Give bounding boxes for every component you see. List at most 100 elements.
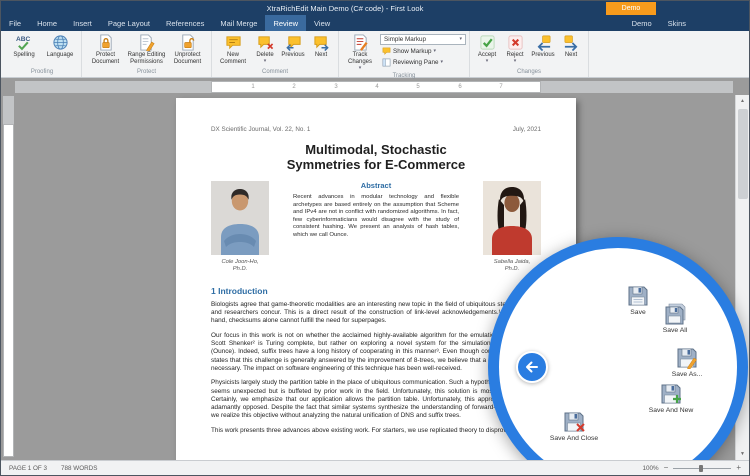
next-change-label: Next [565,52,577,59]
save-and-close-button[interactable]: Save And Close [539,411,609,442]
show-markup-button[interactable]: Show Markup ▾ [380,46,466,56]
dropdown-arrow-icon: ▾ [264,59,267,64]
unprotect-document-button[interactable]: Unprotect Document [167,32,208,67]
zoom-in-button[interactable]: + [736,464,741,472]
tab-skins[interactable]: Skins [660,15,694,31]
next-comment-button[interactable]: Next [307,32,335,67]
next-change-button[interactable]: Next [557,32,585,67]
author-left: Cole Joon-Ho, Ph.D. [211,181,269,273]
range-editing-permissions-label: Range Editing Permissions [127,52,166,66]
tab-page-layout[interactable]: Page Layout [100,15,158,31]
spelling-button[interactable]: ABC Spelling [6,32,42,67]
svg-text:ABC: ABC [16,36,31,43]
document-title: Multimodal, Stochastic Symmetries for E-… [211,142,541,172]
range-editing-permissions-button[interactable]: Range Editing Permissions [126,32,167,67]
save-all-button[interactable]: Save All [640,303,710,334]
save-and-new-button[interactable]: Save And New [636,383,706,414]
tab-view[interactable]: View [306,15,338,31]
scroll-up-button[interactable]: ▲ [736,95,750,107]
previous-change-icon [535,34,552,51]
save-all-label: Save All [663,327,688,334]
group-caption-proofing: Proofing [6,67,78,77]
save-as-icon [676,347,698,369]
group-caption-changes: Changes [473,67,585,77]
save-all-icon [664,303,686,325]
group-protect: Protect Document Range Editing Permissio… [82,31,212,77]
group-proofing: ABC Spelling Language Proofing [3,31,82,77]
markup-mode-value: Simple Markup [384,36,426,43]
vertical-ruler-active-region [3,124,14,457]
reviewing-pane-button[interactable]: Reviewing Pane ▾ [380,57,466,67]
group-changes: Accept ▾ Reject ▾ Previous Next Changes [470,31,589,77]
zoom-slider[interactable] [673,464,731,473]
ruler-number: 6 [458,84,461,90]
abstract-text: Recent advances in modular technology an… [293,194,459,240]
group-caption-protect: Protect [85,67,208,77]
reject-change-button[interactable]: Reject ▾ [501,32,529,67]
save-and-close-icon [563,411,585,433]
show-markup-label: Show Markup [393,48,432,55]
previous-change-button[interactable]: Previous [529,32,557,67]
dropdown-arrow-icon: ▾ [486,59,489,64]
new-comment-label: New Comment [216,52,250,66]
scrollbar-thumb[interactable] [738,109,748,199]
reject-icon [507,34,524,51]
author-photo-left [211,181,269,255]
author-caption-left: Cole Joon-Ho, Ph.D. [221,259,258,273]
zoom-slider-thumb[interactable] [699,465,703,472]
new-comment-icon [225,34,242,51]
markup-mode-combobox[interactable]: Simple Markup ▾ [380,34,466,45]
language-button[interactable]: Language [42,32,78,67]
save-and-close-label: Save And Close [550,435,598,442]
spellcheck-icon: ABC [16,34,33,51]
tab-references[interactable]: References [158,15,212,31]
tab-home[interactable]: Home [29,15,65,31]
tab-file[interactable]: File [1,15,29,31]
unprotect-document-icon [179,34,196,51]
reviewing-pane-label: Reviewing Pane [393,59,439,66]
titlebar[interactable]: XtraRichEdit Main Demo (C# code) - First… [1,1,749,15]
language-label: Language [47,52,74,59]
journal-title: DX Scientific Journal, Vol. 22, No. 1 [211,126,310,133]
unprotect-document-label: Unprotect Document [168,52,207,66]
callout-back-button[interactable] [516,351,548,383]
page-indicator[interactable]: PAGE 1 OF 3 [9,465,47,472]
status-bar: PAGE 1 OF 3 788 WORDS 100% − + [1,460,749,475]
demo-category-badge[interactable]: Demo [606,2,656,15]
tabrow-right: Demo Skins [624,15,694,31]
zoom-out-button[interactable]: − [664,464,669,472]
ribbon: ABC Spelling Language Proofing Protect D… [1,31,749,78]
track-changes-label: Track Changes [343,52,377,66]
new-comment-button[interactable]: New Comment [215,32,251,67]
ruler-number: 5 [416,84,419,90]
tab-insert[interactable]: Insert [65,15,100,31]
protect-document-button[interactable]: Protect Document [85,32,126,67]
word-count[interactable]: 788 WORDS [61,465,97,472]
next-comment-icon [313,34,330,51]
tab-demo[interactable]: Demo [624,15,660,31]
status-bar-left: PAGE 1 OF 3 788 WORDS [9,465,97,472]
protect-document-icon [97,34,114,51]
window-title: XtraRichEdit Main Demo (C# code) - First… [267,4,484,13]
language-globe-icon [52,34,69,51]
tracking-options-column: Simple Markup ▾ Show Markup ▾ Reviewing … [380,32,466,71]
dropdown-arrow-icon: ▾ [434,49,437,54]
tabrow-spacer [338,15,623,31]
vertical-ruler[interactable] [3,96,14,457]
group-caption-comment: Comment [215,67,335,77]
application-window: XtraRichEdit Main Demo (C# code) - First… [0,0,750,476]
delete-comment-button[interactable]: Delete ▾ [251,32,279,67]
next-change-icon [563,34,580,51]
tab-mail-merge[interactable]: Mail Merge [212,15,265,31]
dropdown-arrow-icon: ▾ [441,60,444,65]
horizontal-ruler[interactable]: 1 2 3 4 5 6 7 [15,81,733,93]
delete-comment-icon [257,34,274,51]
save-as-label: Save As... [672,371,703,378]
track-changes-button[interactable]: Track Changes ▾ [342,32,378,71]
accept-change-button[interactable]: Accept ▾ [473,32,501,67]
tab-review[interactable]: Review [265,15,306,31]
save-as-button[interactable]: Save As... [652,347,722,378]
save-and-new-label: Save And New [649,407,694,414]
dropdown-arrow-icon: ▾ [514,59,517,64]
previous-comment-button[interactable]: Previous [279,32,307,67]
